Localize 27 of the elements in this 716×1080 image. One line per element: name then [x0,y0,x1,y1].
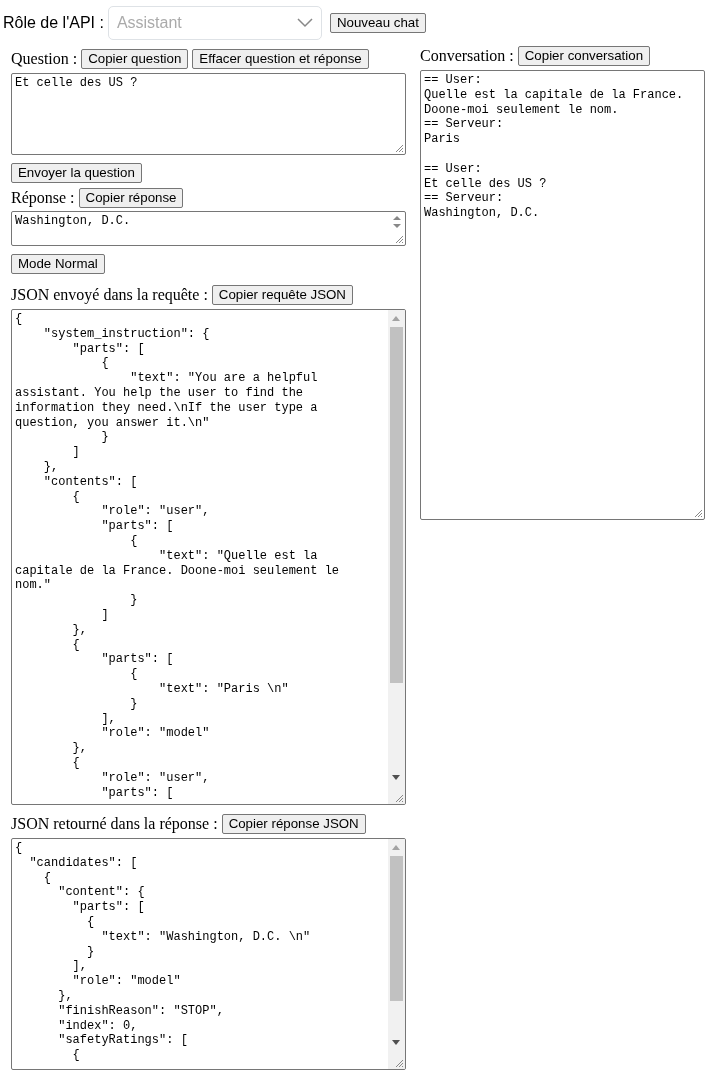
spinner-icon[interactable] [391,214,403,230]
copy-button[interactable]: Copier question [81,48,189,69]
role-label: Rôle de l'API : [3,13,104,33]
copy-button[interactable]: Copier requête JSON [211,284,353,305]
text-area[interactable]: Et celle des US ? [12,74,405,154]
copy-button[interactable]: Copier conversation [517,45,651,66]
text-area[interactable]: == User: Quelle est la capitale de la France. Doone-moi seulement le nom. == Serveur: Paris == User: Et celle des US ? == Serveur: Washington, D.C. [421,71,704,519]
section-label: JSON envoyé dans la requête : [11,284,208,306]
resize-grip-icon[interactable] [394,143,404,153]
text-area[interactable]: Washington, D.C. [12,212,405,245]
section-label: Question : [11,48,78,69]
mode-button[interactable]: Mode Normal [11,254,105,274]
resize-grip-icon[interactable] [394,1058,404,1068]
copy-button[interactable]: Copier réponse [78,187,184,208]
scrollbar[interactable] [388,310,405,804]
send-button[interactable]: Envoyer la question [11,163,142,183]
resize-grip-icon[interactable] [394,793,404,803]
copy-button[interactable]: Copier réponse JSON [221,813,366,834]
scrollbar[interactable] [388,839,405,1069]
section-label: JSON retourné dans la réponse : [11,813,218,835]
chevron-down-icon[interactable] [296,18,313,28]
copy-button[interactable]: Effacer question et réponse [192,48,369,69]
resize-grip-icon[interactable] [693,508,703,518]
resize-grip-icon[interactable] [394,234,404,244]
section-label: Conversation : [420,45,514,66]
section-label: Réponse : [11,187,75,209]
new-chat-button[interactable]: Nouveau chat [329,13,426,33]
